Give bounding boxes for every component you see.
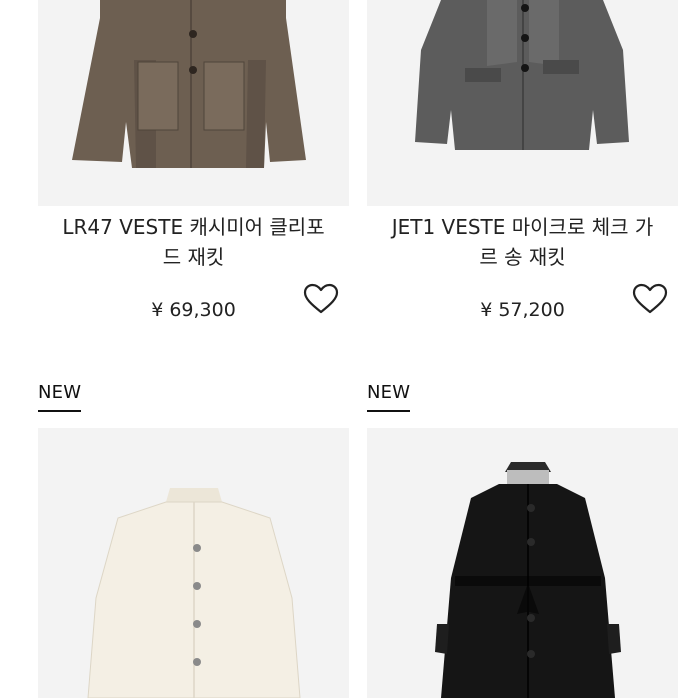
product-card[interactable]: JET1 VESTE 마이크로 체크 가 르 송 재킷 ¥ 57,200 xyxy=(367,0,678,321)
product-image[interactable] xyxy=(367,0,678,206)
wishlist-heart-icon[interactable] xyxy=(632,283,668,315)
product-title[interactable]: LR47 VESTE 캐시미어 클리포 드 재킷 xyxy=(38,212,349,272)
product-image[interactable] xyxy=(367,428,678,698)
product-title[interactable]: JET1 VESTE 마이크로 체크 가 르 송 재킷 xyxy=(367,212,678,272)
product-card[interactable]: LR47 VESTE 캐시미어 클리포 드 재킷 ¥ 69,300 xyxy=(38,0,349,321)
product-title-line[interactable]: 르 송 재킷 xyxy=(367,242,678,272)
product-title-line[interactable]: LR47 VESTE 캐시미어 클리포 xyxy=(38,212,349,242)
product-title-line[interactable]: 드 재킷 xyxy=(38,242,349,272)
wishlist-heart-icon[interactable] xyxy=(303,283,339,315)
product-image[interactable] xyxy=(38,428,349,698)
new-badge: NEW xyxy=(367,376,411,412)
product-card[interactable]: NEW xyxy=(38,376,349,698)
product-image[interactable] xyxy=(38,0,349,206)
product-card[interactable]: NEW xyxy=(367,376,678,698)
new-badge: NEW xyxy=(38,376,82,412)
product-title-line[interactable]: JET1 VESTE 마이크로 체크 가 xyxy=(367,212,678,242)
